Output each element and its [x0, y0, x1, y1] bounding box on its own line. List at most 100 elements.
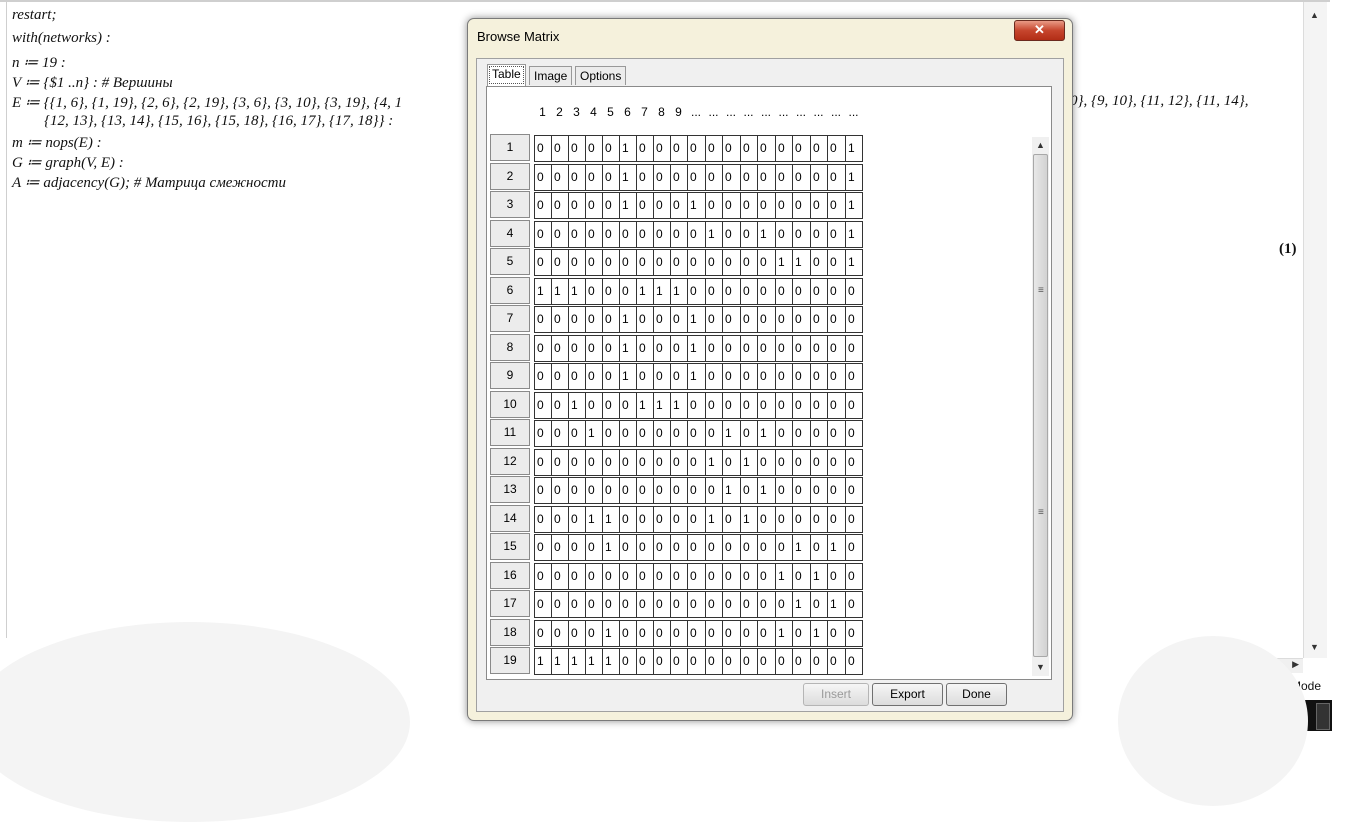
matrix-cell[interactable]: 0 [775, 220, 793, 248]
matrix-cell[interactable]: 0 [740, 135, 758, 162]
matrix-cell[interactable]: 0 [827, 448, 846, 476]
matrix-cell[interactable]: 0 [792, 619, 811, 647]
matrix-cell[interactable]: 0 [670, 363, 688, 390]
code-line-with-networks[interactable]: with(networks) : [12, 30, 111, 47]
matrix-cell[interactable]: 0 [845, 391, 863, 419]
matrix-cell[interactable]: 0 [705, 192, 723, 219]
matrix-cell[interactable]: 0 [602, 591, 620, 618]
matrix-cell[interactable]: 0 [740, 562, 758, 590]
row-header[interactable]: 18 [490, 618, 530, 646]
matrix-cell[interactable]: 0 [775, 277, 793, 305]
matrix-cell[interactable]: 0 [687, 505, 706, 533]
row-header[interactable]: 3 [490, 191, 530, 218]
matrix-cell[interactable]: 0 [775, 534, 793, 561]
matrix-cell[interactable]: 0 [845, 477, 863, 504]
matrix-cell[interactable]: 1 [792, 249, 811, 276]
scrollbar-thumb[interactable]: ≡ ≡ [1033, 154, 1048, 657]
matrix-cell[interactable]: 0 [845, 591, 863, 618]
matrix-cell[interactable]: 0 [636, 505, 654, 533]
code-line-m[interactable]: m ≔ nops(E) : [12, 133, 102, 152]
matrix-cell[interactable]: 0 [705, 562, 723, 590]
matrix-cell[interactable]: 0 [602, 448, 620, 476]
matrix-cell[interactable]: 1 [687, 306, 706, 333]
matrix-cell[interactable]: 0 [670, 220, 688, 248]
matrix-cell[interactable]: 0 [619, 391, 637, 419]
row-header[interactable]: 7 [490, 305, 530, 332]
matrix-cell[interactable]: 0 [568, 363, 586, 390]
matrix-cell[interactable]: 1 [619, 306, 637, 333]
matrix-cell[interactable]: 0 [568, 591, 586, 618]
matrix-cell[interactable]: 0 [687, 619, 706, 647]
matrix-cell[interactable]: 1 [585, 420, 603, 447]
matrix-cell[interactable]: 0 [757, 534, 776, 561]
matrix-cell[interactable]: 0 [534, 477, 552, 504]
matrix-cell[interactable]: 0 [551, 448, 569, 476]
matrix-cell[interactable]: 0 [670, 448, 688, 476]
matrix-cell[interactable]: 0 [792, 163, 811, 191]
matrix-cell[interactable]: 0 [653, 562, 671, 590]
row-header[interactable]: 15 [490, 533, 530, 560]
matrix-cell[interactable]: 1 [810, 619, 828, 647]
matrix-cell[interactable]: 0 [722, 249, 741, 276]
column-header[interactable]: ... [705, 92, 722, 132]
matrix-cell[interactable]: 0 [775, 420, 793, 447]
matrix-cell[interactable]: 0 [670, 163, 688, 191]
matrix-cell[interactable]: 0 [670, 648, 688, 675]
scroll-right-icon[interactable]: ▶ [1292, 659, 1299, 670]
matrix-cell[interactable]: 0 [810, 135, 828, 162]
matrix-cell[interactable]: 0 [670, 619, 688, 647]
code-line-vertices[interactable]: V ≔ {$1 ..n} : # Вершины [12, 73, 173, 92]
matrix-cell[interactable]: 0 [568, 135, 586, 162]
matrix-cell[interactable]: 0 [722, 163, 741, 191]
code-line-restart[interactable]: restart; [12, 7, 56, 24]
matrix-cell[interactable]: 1 [845, 192, 863, 219]
matrix-cell[interactable]: 0 [653, 306, 671, 333]
matrix-cell[interactable]: 1 [602, 648, 620, 675]
matrix-cell[interactable]: 0 [757, 505, 776, 533]
matrix-cell[interactable]: 0 [670, 192, 688, 219]
matrix-cell[interactable]: 0 [585, 192, 603, 219]
matrix-cell[interactable]: 0 [845, 619, 863, 647]
matrix-cell[interactable]: 0 [740, 619, 758, 647]
row-header[interactable]: 12 [490, 447, 530, 475]
matrix-cell[interactable]: 0 [551, 220, 569, 248]
matrix-cell[interactable]: 0 [585, 163, 603, 191]
matrix-cell[interactable]: 0 [757, 135, 776, 162]
matrix-cell[interactable]: 0 [619, 477, 637, 504]
matrix-cell[interactable]: 0 [636, 562, 654, 590]
scroll-up-icon[interactable]: ▲ [1310, 10, 1319, 20]
tab-table[interactable]: Table [487, 64, 526, 86]
matrix-cell[interactable]: 0 [705, 249, 723, 276]
row-header[interactable]: 8 [490, 333, 530, 361]
matrix-cell[interactable]: 1 [636, 391, 654, 419]
matrix-cell[interactable]: 0 [602, 477, 620, 504]
matrix-cell[interactable]: 0 [705, 363, 723, 390]
matrix-cell[interactable]: 0 [585, 135, 603, 162]
matrix-cell[interactable]: 0 [687, 220, 706, 248]
matrix-cell[interactable]: 0 [792, 306, 811, 333]
matrix-cell[interactable]: 0 [653, 363, 671, 390]
matrix-cell[interactable]: 0 [810, 505, 828, 533]
column-header[interactable]: 5 [602, 92, 619, 132]
matrix-cell[interactable]: 0 [705, 619, 723, 647]
matrix-cell[interactable]: 0 [551, 477, 569, 504]
matrix-cell[interactable]: 0 [551, 591, 569, 618]
matrix-cell[interactable]: 0 [827, 306, 846, 333]
matrix-cell[interactable]: 1 [705, 220, 723, 248]
matrix-cell[interactable]: 0 [845, 334, 863, 362]
matrix-cell[interactable]: 0 [705, 534, 723, 561]
matrix-cell[interactable]: 0 [705, 591, 723, 618]
matrix-cell[interactable]: 0 [757, 648, 776, 675]
matrix-cell[interactable]: 0 [585, 249, 603, 276]
matrix-cell[interactable]: 0 [827, 648, 846, 675]
matrix-cell[interactable]: 0 [687, 135, 706, 162]
matrix-cell[interactable]: 0 [653, 505, 671, 533]
matrix-cell[interactable]: 0 [653, 619, 671, 647]
matrix-cell[interactable]: 0 [827, 420, 846, 447]
matrix-cell[interactable]: 0 [775, 448, 793, 476]
matrix-cell[interactable]: 0 [534, 391, 552, 419]
matrix-cell[interactable]: 0 [810, 591, 828, 618]
matrix-cell[interactable]: 1 [775, 619, 793, 647]
matrix-cell[interactable]: 1 [636, 277, 654, 305]
matrix-cell[interactable]: 0 [740, 591, 758, 618]
